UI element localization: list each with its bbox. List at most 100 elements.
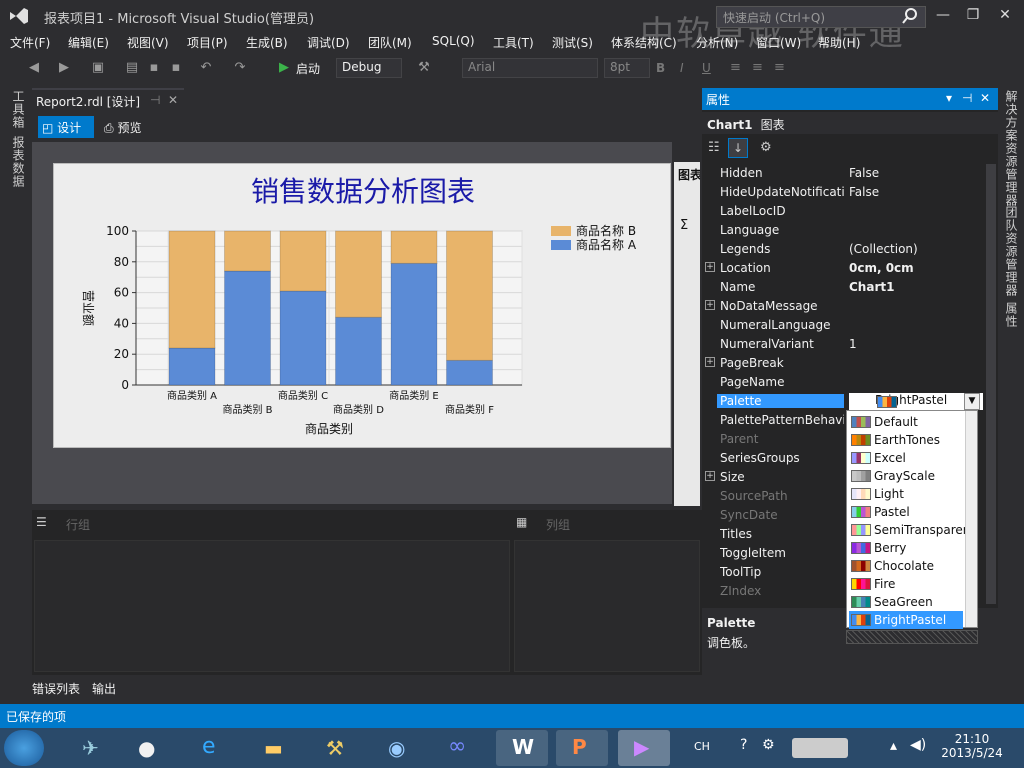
palette-dropdown-list[interactable]: Default EarthTones Excel GrayScale Light Past… [846,410,978,629]
align-center-icon[interactable]: ≡ [752,60,763,75]
forward-icon[interactable]: ▶ [56,60,72,76]
row-groups-area[interactable] [34,540,510,672]
explorer-icon[interactable]: ▬ [250,730,302,766]
tray-expand-icon[interactable]: ▴ [890,738,897,754]
bar-b[interactable] [446,230,493,361]
palette-option-grayscale[interactable]: GrayScale [849,467,963,485]
maximize-button[interactable]: ❐ [958,4,988,26]
menu-debug[interactable]: 调试(D) [307,34,350,51]
property-value[interactable]: 1 [849,337,983,351]
palette-option-berry[interactable]: Berry [849,539,963,557]
pin-icon[interactable]: ⊣ [150,93,160,107]
property-value[interactable]: 0cm, 0cm [849,261,983,275]
menu-tools[interactable]: 工具(T) [493,34,534,51]
menu-architecture[interactable]: 体系结构(C) [611,34,677,51]
app-globe-icon[interactable]: ◉ [372,730,424,766]
solution-explorer-tab[interactable]: 解决方案资源管理器 [1003,90,1020,207]
property-row-pagename[interactable]: PageName [702,373,986,392]
palette-option-semitransparent[interactable]: SemiTransparent [849,521,975,539]
property-value[interactable]: BrightPastel [849,393,983,410]
toolbox-tab[interactable]: 工具箱 [10,90,27,129]
bar-a[interactable] [224,270,271,386]
palette-option-pastel[interactable]: Pastel [849,503,963,521]
undo-icon[interactable]: ↶ [198,60,214,76]
font-size-select[interactable]: 8pt [604,58,650,78]
property-row-nodatamessage[interactable]: + NoDataMessage [702,297,986,316]
menu-view[interactable]: 视图(V) [127,34,169,51]
expand-icon[interactable]: + [705,357,715,367]
new-project-icon[interactable]: ▣ [90,60,106,76]
chart-plot[interactable]: 0 20 40 60 80 100 商品类别 A 商品类别 B 商品类别 C 商品类别 D 商品类别… [54,164,672,449]
font-select[interactable]: Arial [462,58,598,78]
palette-option-excel[interactable]: Excel [849,449,963,467]
palette-option-light[interactable]: Light [849,485,963,503]
bar-a[interactable] [390,262,438,386]
app-bird-icon[interactable]: ✈ [66,730,118,766]
property-pages-icon[interactable]: ⚙ [760,140,772,155]
gear-icon[interactable]: ⚙ [762,737,775,753]
palette-option-fire[interactable]: Fire [849,575,963,593]
output-tab[interactable]: 输出 [92,680,116,697]
italic-icon[interactable]: I [680,61,684,75]
redo-icon[interactable]: ↷ [232,60,248,76]
sum-icon[interactable]: Σ [680,218,688,233]
menu-team[interactable]: 团队(M) [368,34,412,51]
palette-dropdown-button[interactable]: ▼ [964,393,980,410]
save-icon[interactable]: ▪ [146,60,162,76]
word-icon[interactable]: W [496,730,548,766]
start-button[interactable]: 启动 [296,60,320,77]
property-value[interactable]: Chart1 [849,280,983,294]
palette-scrollbar[interactable] [965,411,977,627]
properties-scrollbar[interactable] [986,164,996,604]
bar-b[interactable] [224,230,271,272]
menu-help[interactable]: 帮助(H) [818,34,860,51]
powerpoint-icon[interactable]: P [556,730,608,766]
property-row-numeralvariant[interactable]: NumeralVariant 1 [702,335,986,354]
property-row-numerallanguage[interactable]: NumeralLanguage [702,316,986,335]
dropdown-icon[interactable]: ▾ [946,91,952,105]
expand-icon[interactable]: + [705,471,715,481]
palette-option-default[interactable]: Default [849,413,963,431]
property-row-hideupdatenotifications[interactable]: HideUpdateNotifications False [702,183,986,202]
config-select[interactable]: Debug [336,58,402,78]
property-value[interactable]: False [849,185,983,199]
bar-a[interactable] [335,316,382,386]
resize-grip[interactable] [846,630,978,644]
start-icon[interactable]: ▶ [276,60,292,76]
menu-analyze[interactable]: 分析(N) [696,34,738,51]
minimize-button[interactable]: — [928,4,958,26]
bar-b[interactable] [279,230,327,292]
error-list-tab[interactable]: 错误列表 [32,680,80,697]
report-data-tab[interactable]: 报表数据 [10,136,27,188]
bar-a[interactable] [168,347,216,386]
bar-b[interactable] [390,230,438,264]
quick-launch-input[interactable]: 快速启动 (Ctrl+Q) [716,6,926,28]
property-value[interactable]: False [849,166,983,180]
alphabetical-icon[interactable]: ↓ [728,138,748,158]
start-orb-icon[interactable] [4,730,44,766]
clock[interactable]: 21:10 2013/5/24 [930,732,1014,760]
property-row-labellocid[interactable]: LabelLocID [702,202,986,221]
ie-icon[interactable]: e [186,730,238,766]
chart-control[interactable]: 销售数据分析图表 0 20 40 60 80 100 商品类别 A 商品类别 B 商品类别 C商… [53,163,671,448]
property-value[interactable]: (Collection) [849,242,983,256]
preview-tab[interactable]: ⎙ 预览 [100,116,160,138]
property-row-legends[interactable]: Legends (Collection) [702,240,986,259]
property-row-location[interactable]: + Location 0cm, 0cm [702,259,986,278]
expand-icon[interactable]: + [705,262,715,272]
properties-tab[interactable]: 属性 [1003,302,1020,328]
visual-studio-task-icon[interactable]: ▶ [618,730,670,766]
palette-option-chocolate[interactable]: Chocolate [849,557,963,575]
design-tab[interactable]: ◰ 设计 [38,116,94,138]
search-icon[interactable] [900,6,920,26]
column-groups-area[interactable] [514,540,700,672]
property-row-pagebreak[interactable]: + PageBreak [702,354,986,373]
tab-close-icon[interactable]: ✕ [168,93,178,107]
bar-a[interactable] [446,359,493,386]
tray-widget[interactable] [792,738,848,758]
palette-option-earthtones[interactable]: EarthTones [849,431,963,449]
align-left-icon[interactable]: ≡ [730,60,741,75]
property-row-name[interactable]: Name Chart1 [702,278,986,297]
bold-icon[interactable]: B [656,61,665,75]
bar-b[interactable] [168,230,216,349]
